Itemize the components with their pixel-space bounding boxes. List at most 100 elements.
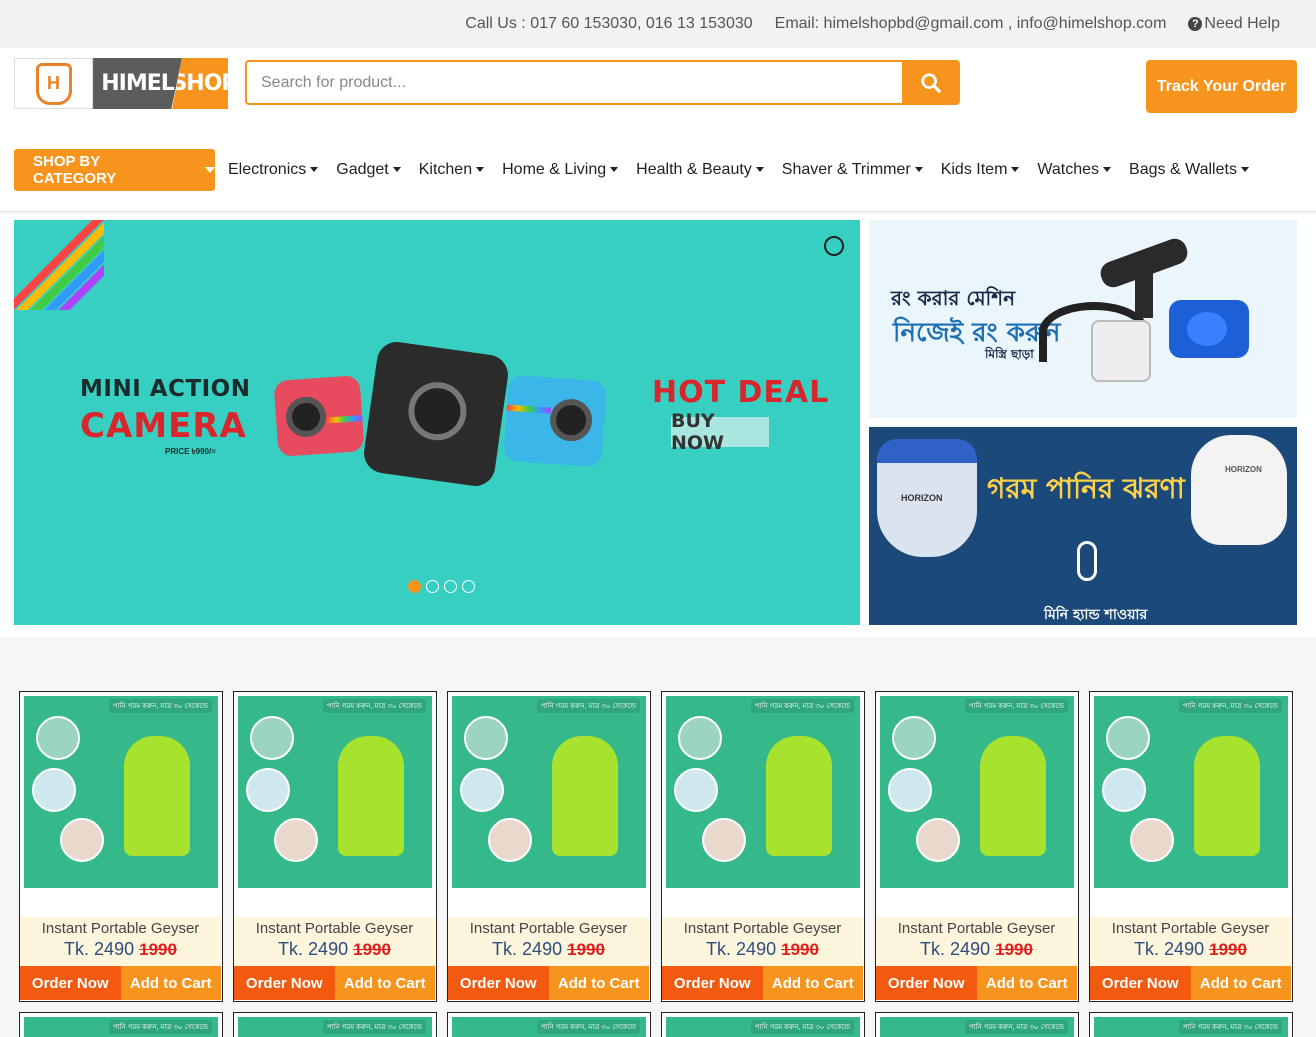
caret-down-icon xyxy=(1240,167,1249,172)
product-tagline: পানি গরম করুন, মাত্র ৩০ সেকেন্ডে xyxy=(108,1020,212,1034)
brand-watermark-icon xyxy=(824,236,844,256)
product-name[interactable]: Instant Portable Geyser xyxy=(234,917,435,937)
nav-item-electronics[interactable]: Electronics xyxy=(228,160,319,179)
product-card[interactable]: পানি গরম করুন, মাত্র ৩০ সেকেন্ডে Instant… xyxy=(875,691,1079,1002)
product-tagline: পানি গরম করুন, মাত্র ৩০ সেকেন্ডে xyxy=(750,1020,854,1034)
nav-item-label: Electronics xyxy=(228,160,307,178)
nav-item-health-beauty[interactable]: Health & Beauty xyxy=(636,161,764,179)
product-price-line: Tk. 2490 1990 xyxy=(1090,939,1291,960)
product-image[interactable]: পানি গরম করুন, মাত্র ৩০ সেকেন্ডে xyxy=(24,1017,218,1037)
order-now-button[interactable]: Order Now xyxy=(20,966,121,1000)
side-banner-paint-sprayer[interactable]: রং করার মেশিন নিজেই রং করুন মিস্ত্রি ছাড… xyxy=(869,220,1297,418)
order-now-button[interactable]: Order Now xyxy=(662,966,763,1000)
rainbow-stripes xyxy=(14,220,104,310)
product-name[interactable]: Instant Portable Geyser xyxy=(876,917,1077,937)
product-grid: পানি গরম করুন, মাত্র ৩০ সেকেন্ডে Instant… xyxy=(0,691,1316,1002)
product-card[interactable]: পানি গরম করুন, মাত্র ৩০ সেকেন্ডে Instant… xyxy=(661,691,865,1002)
add-to-cart-button[interactable]: Add to Cart xyxy=(762,966,863,1000)
nav-item-home-living[interactable]: Home & Living xyxy=(502,160,619,179)
nav-item-watches[interactable]: Watches xyxy=(1037,161,1112,179)
product-tagline: পানি গরম করুন, মাত্র ৩০ সেকেন্ডে xyxy=(1178,1020,1282,1034)
product-image[interactable]: পানি গরম করুন, মাত্র ৩০ সেকেন্ডে xyxy=(1094,1017,1288,1037)
product-card[interactable]: পানি গরম করুন, মাত্র ৩০ সেকেন্ডে Instant… xyxy=(447,691,651,1002)
product-actions: Order Now Add to Cart xyxy=(1090,966,1291,1000)
product-image[interactable]: পানি গরম করুন, মাত্র ৩০ সেকেন্ডে xyxy=(666,696,860,888)
nav-item-kitchen[interactable]: Kitchen xyxy=(419,161,485,179)
product-image[interactable]: পানি গরম করুন, মাত্র ৩০ সেকেন্ডে xyxy=(666,1017,860,1037)
product-card[interactable]: পানি গরম করুন, মাত্র ৩০ সেকেন্ডে xyxy=(875,1012,1079,1037)
product-card[interactable]: পানি গরম করুন, মাত্র ৩০ সেকেন্ডে Instant… xyxy=(233,691,437,1002)
product-price-line: Tk. 2490 1990 xyxy=(448,939,649,960)
shop-by-category-button[interactable]: SHOP BY CATEGORY xyxy=(14,148,215,191)
site-logo[interactable]: H HIMEL SHOP xyxy=(14,58,228,109)
slider-dot-3[interactable] xyxy=(444,580,457,593)
product-old-price: 1990 xyxy=(1209,940,1247,959)
add-to-cart-button[interactable]: Add to Cart xyxy=(120,966,221,1000)
product-section: পানি গরম করুন, মাত্র ৩০ সেকেন্ডে Instant… xyxy=(0,637,1316,1037)
product-name[interactable]: Instant Portable Geyser xyxy=(1090,917,1291,937)
order-now-button[interactable]: Order Now xyxy=(234,966,335,1000)
add-to-cart-button[interactable]: Add to Cart xyxy=(334,966,435,1000)
product-card[interactable]: পানি গরম করুন, মাত্র ৩০ সেকেন্ডে xyxy=(661,1012,865,1037)
product-card[interactable]: পানি গরম করুন, মাত্র ৩০ সেকেন্ডে xyxy=(1089,1012,1293,1037)
caret-down-icon xyxy=(914,167,923,172)
product-card[interactable]: পানি গরম করুন, মাত্র ৩০ সেকেন্ডে xyxy=(19,1012,223,1037)
track-order-button[interactable]: Track Your Order xyxy=(1146,60,1297,113)
need-help-link[interactable]: ? Need Help xyxy=(1188,15,1280,33)
need-help-label: Need Help xyxy=(1204,15,1280,32)
slider-dot-2[interactable] xyxy=(426,580,439,593)
add-to-cart-button[interactable]: Add to Cart xyxy=(1190,966,1291,1000)
nav-item-label: Home & Living xyxy=(502,160,607,178)
caret-down-icon xyxy=(310,167,319,172)
product-tagline: পানি গরম করুন, মাত্র ৩০ সেকেন্ডে xyxy=(750,699,854,713)
product-name[interactable]: Instant Portable Geyser xyxy=(448,917,649,937)
product-image[interactable]: পানি গরম করুন, মাত্র ৩০ সেকেন্ডে xyxy=(452,696,646,888)
product-image[interactable]: পানি গরম করুন, মাত্র ৩০ সেকেন্ডে xyxy=(880,696,1074,888)
email-text: Email: himelshopbd@gmail.com , info@hime… xyxy=(774,15,1167,32)
order-now-button[interactable]: Order Now xyxy=(1090,966,1191,1000)
slider-dot-1[interactable] xyxy=(408,580,421,593)
product-price: Tk. 2490 xyxy=(920,939,991,959)
product-card[interactable]: পানি গরম করুন, মাত্র ৩০ সেকেন্ডে Instant… xyxy=(1089,691,1293,1002)
product-image[interactable]: পানি গরম করুন, মাত্র ৩০ সেকেন্ডে xyxy=(238,696,432,888)
product-tagline: পানি গরম করুন, মাত্র ৩০ সেকেন্ডে xyxy=(322,1020,426,1034)
nav-item-shaver-trimmer[interactable]: Shaver & Trimmer xyxy=(782,161,923,179)
product-image[interactable]: পানি গরম করুন, মাত্র ৩০ সেকেন্ডে xyxy=(452,1017,646,1037)
product-old-price: 1990 xyxy=(353,940,391,959)
order-now-button[interactable]: Order Now xyxy=(448,966,549,1000)
side-banner-hand-shower[interactable]: HORIZON HORIZON গরম পানির ঝরণা মিনি হ্যা… xyxy=(869,427,1297,625)
slide-buy-now-button[interactable]: BUY NOW xyxy=(671,410,769,454)
search-button[interactable] xyxy=(902,60,960,105)
hero-slider[interactable]: MINI ACTION CAMERA PRICE ৳990/= HOT DEAL… xyxy=(14,220,860,625)
logo-mark: H xyxy=(14,58,94,109)
product-info: Instant Portable Geyser Tk. 2490 1990 xyxy=(876,917,1077,966)
search-bar xyxy=(245,60,960,105)
product-price: Tk. 2490 xyxy=(706,939,777,959)
product-name[interactable]: Instant Portable Geyser xyxy=(662,917,863,937)
product-card[interactable]: পানি গরম করুন, মাত্র ৩০ সেকেন্ডে xyxy=(233,1012,437,1037)
add-to-cart-button[interactable]: Add to Cart xyxy=(548,966,649,1000)
order-now-button[interactable]: Order Now xyxy=(876,966,977,1000)
add-to-cart-button[interactable]: Add to Cart xyxy=(976,966,1077,1000)
nav-item-label: Health & Beauty xyxy=(636,160,752,178)
product-card[interactable]: পানি গরম করুন, মাত্র ৩০ সেকেন্ডে xyxy=(447,1012,651,1037)
slider-dot-4[interactable] xyxy=(462,580,475,593)
product-image[interactable]: পানি গরম করুন, মাত্র ৩০ সেকেন্ডে xyxy=(238,1017,432,1037)
shower-head-image: HORIZON xyxy=(1191,435,1287,545)
nav-item-kids-item[interactable]: Kids Item xyxy=(941,161,1020,179)
main-nav: SHOP BY CATEGORY Electronics Gadget Kitc… xyxy=(0,128,1316,212)
product-image[interactable]: পানি গরম করুন, মাত্র ৩০ সেকেন্ডে xyxy=(1094,696,1288,888)
nav-item-bags-wallets[interactable]: Bags & Wallets xyxy=(1129,161,1249,179)
shower-hose-icon xyxy=(1077,541,1097,581)
caret-down-icon xyxy=(1103,167,1112,172)
nav-item-gadget[interactable]: Gadget xyxy=(336,161,401,179)
product-image[interactable]: পানি গরম করুন, মাত্র ৩০ সেকেন্ডে xyxy=(880,1017,1074,1037)
search-input[interactable] xyxy=(245,60,902,105)
caret-down-icon xyxy=(476,167,485,172)
product-image[interactable]: পানি গরম করুন, মাত্র ৩০ সেকেন্ডে xyxy=(24,696,218,888)
product-old-price: 1990 xyxy=(567,940,605,959)
product-name[interactable]: Instant Portable Geyser xyxy=(20,917,221,937)
product-actions: Order Now Add to Cart xyxy=(448,966,649,1000)
product-card[interactable]: পানি গরম করুন, মাত্র ৩০ সেকেন্ডে Instant… xyxy=(19,691,223,1002)
camera-image-red xyxy=(273,375,365,457)
